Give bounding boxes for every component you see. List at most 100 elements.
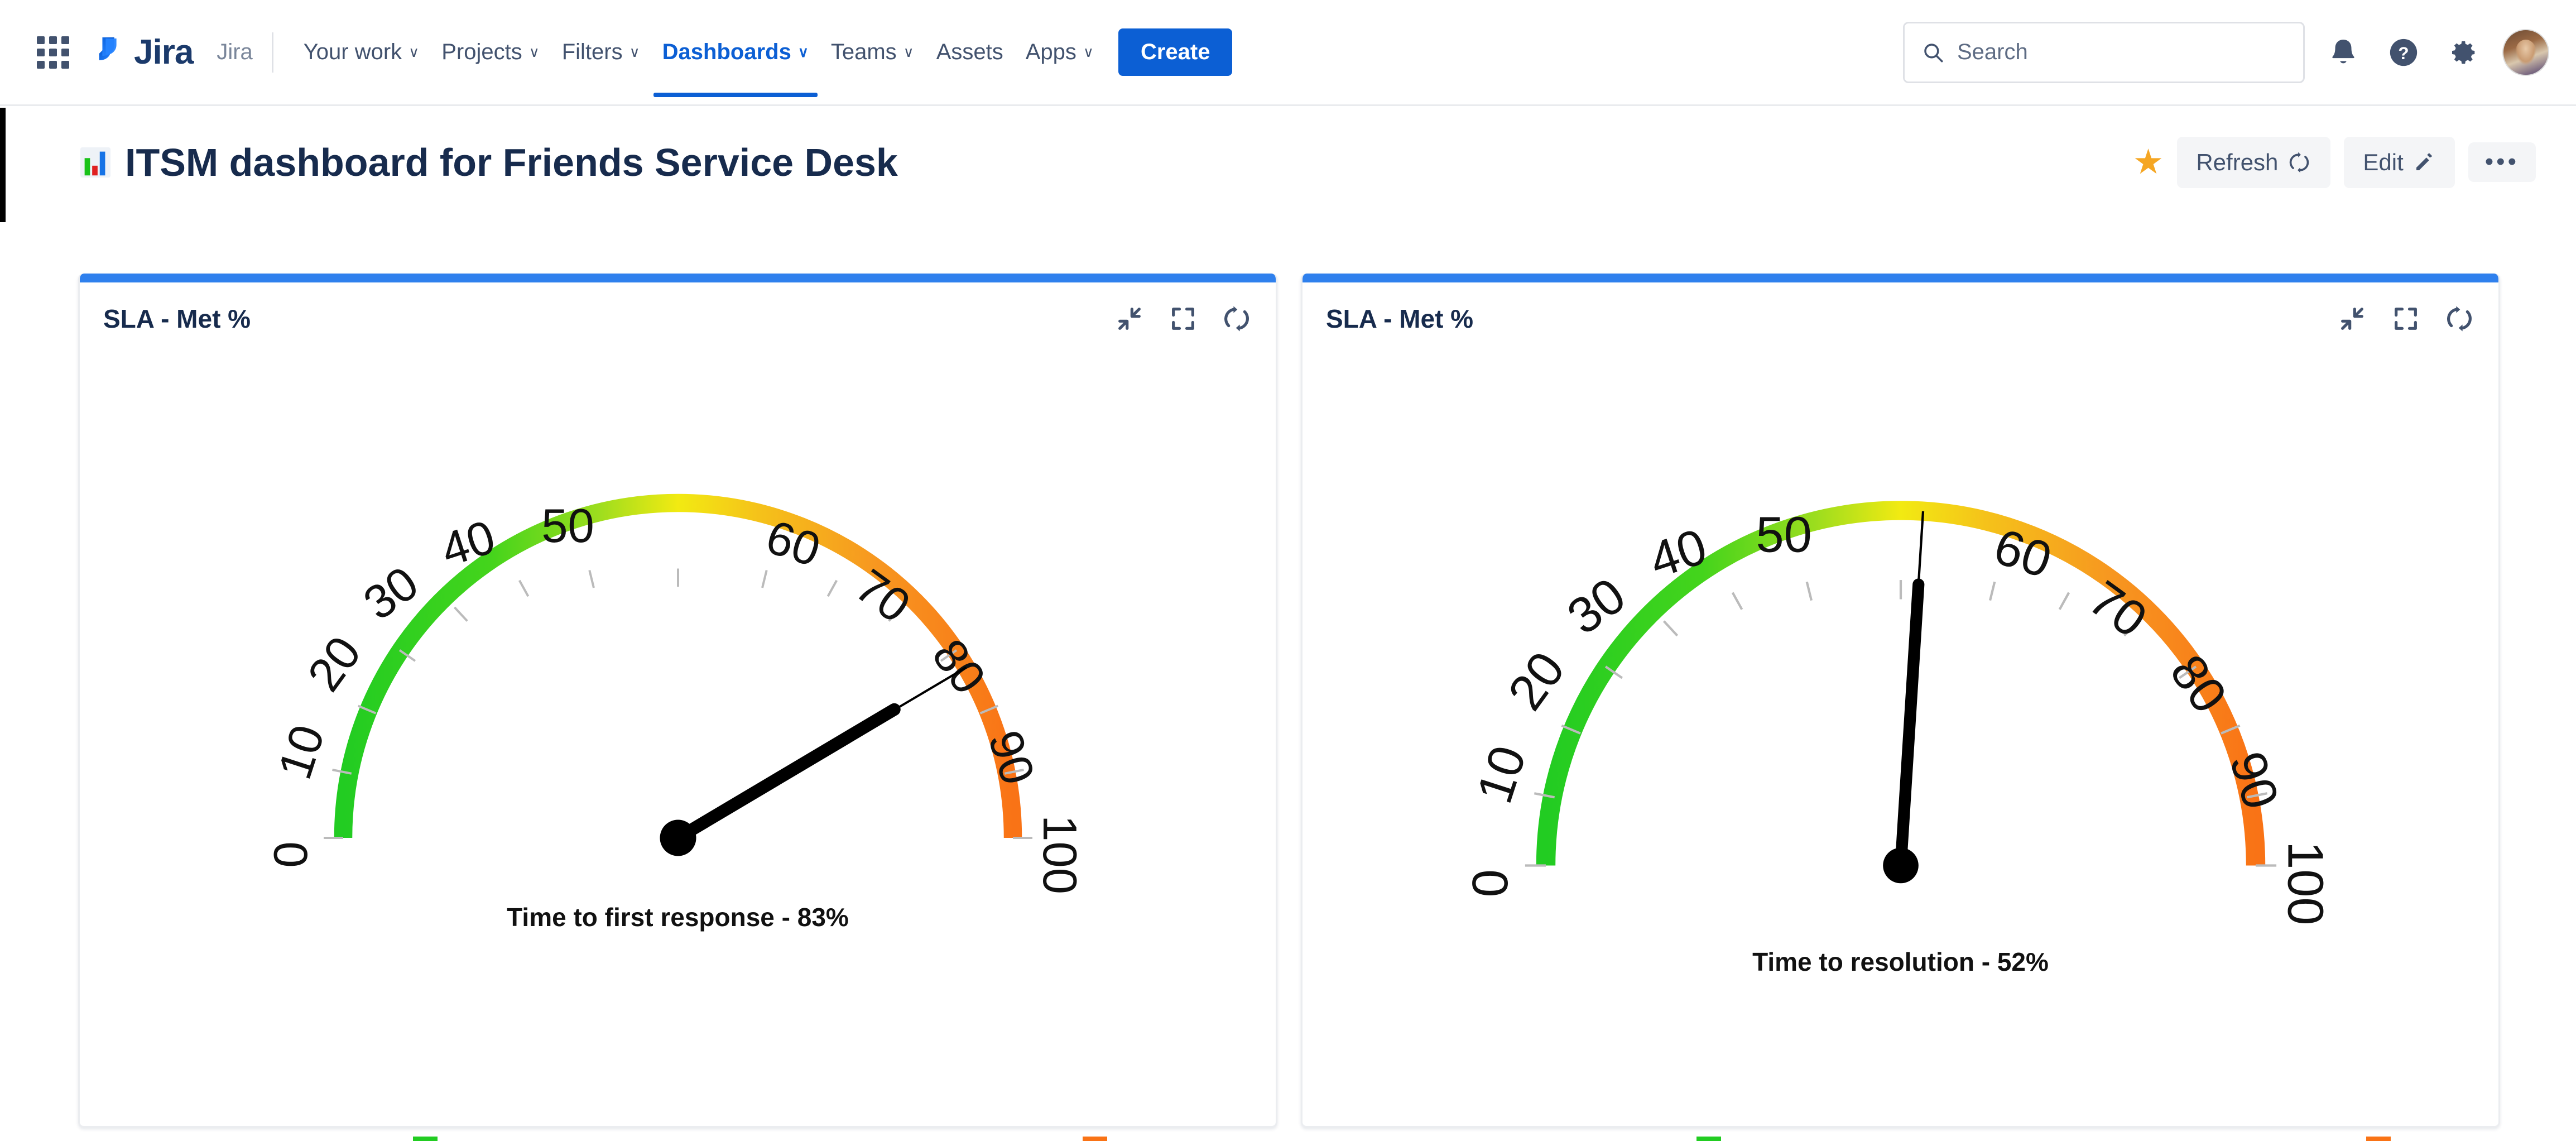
gauge-area: 0 10 20 30 40 50 60 70 80 90 100	[80, 355, 1276, 1097]
nav-item-label: Apps	[1026, 40, 1076, 65]
search-placeholder: Search	[1957, 40, 2028, 65]
gauge-needle	[1883, 511, 1923, 883]
gauge-chart-first-response: 0 10 20 30 40 50 60 70 80 90 100	[259, 377, 1097, 936]
svg-text:20: 20	[297, 627, 371, 701]
nav-item-apps[interactable]: Apps ∨	[1015, 30, 1105, 75]
svg-text:50: 50	[541, 500, 594, 553]
gadget-accent-bar	[1303, 274, 2498, 282]
nav-item-label: Dashboards	[662, 40, 791, 65]
refresh-icon[interactable]	[1221, 303, 1252, 334]
jira-home-link[interactable]: Jira	[93, 32, 193, 72]
next-row-peek	[0, 1133, 2576, 1141]
more-dots-icon: •••	[2485, 155, 2519, 169]
top-navigation-bar: Jira Jira Your work ∨ Projects ∨ Filters…	[0, 0, 2576, 106]
chevron-down-icon: ∨	[1083, 44, 1094, 61]
nav-item-label: Filters	[562, 40, 623, 65]
svg-text:0: 0	[1462, 869, 1518, 897]
gadget-header-icons	[2337, 303, 2475, 334]
more-options-button[interactable]: •••	[2468, 142, 2536, 181]
svg-text:20: 20	[1497, 642, 1575, 720]
svg-text:50: 50	[1756, 507, 1811, 563]
app-switcher-dot	[61, 61, 69, 69]
nav-item-teams[interactable]: Teams ∨	[820, 30, 925, 75]
maximize-icon[interactable]	[1167, 303, 1199, 334]
chevron-down-icon: ∨	[903, 44, 914, 61]
dashboard-gadget-grid: SLA - Met %	[78, 274, 2500, 1128]
svg-text:70: 70	[845, 559, 919, 633]
svg-text:100: 100	[2277, 841, 2333, 925]
nav-item-label: Your work	[304, 40, 402, 65]
app-switcher-dot	[37, 49, 45, 56]
jira-logo-icon	[93, 35, 127, 70]
dashboard-page-header: ITSM dashboard for Friends Service Desk …	[0, 108, 2576, 217]
gauge-needle-hub	[660, 820, 696, 856]
gauge-caption: Time to first response - 83%	[80, 902, 1276, 932]
nav-item-your-work[interactable]: Your work ∨	[292, 30, 430, 75]
gadget-sla-met-percent-resolution: SLA - Met %	[1301, 274, 2500, 1128]
chevron-down-icon: ∨	[408, 44, 419, 61]
nav-item-label: Projects	[441, 40, 522, 65]
dashboard-actions: ★ Refresh Edit •••	[2133, 137, 2536, 188]
app-switcher-dot	[49, 49, 57, 56]
gadget-sla-met-percent-first-response: SLA - Met %	[78, 274, 1277, 1128]
edit-button-label: Edit	[2363, 149, 2403, 176]
svg-text:70: 70	[2078, 570, 2156, 649]
app-switcher-dot	[61, 36, 69, 44]
refresh-button-label: Refresh	[2196, 149, 2278, 176]
app-switcher-icon[interactable]	[32, 32, 74, 73]
nav-item-assets[interactable]: Assets	[925, 30, 1015, 75]
page-title-group: ITSM dashboard for Friends Service Desk	[78, 140, 898, 185]
nav-right-cluster: Search ?	[1903, 22, 2549, 83]
create-button[interactable]: Create	[1118, 28, 1233, 76]
nav-item-label: Assets	[936, 40, 1003, 65]
collapse-icon[interactable]	[1114, 303, 1145, 334]
gadget-header: SLA - Met %	[80, 282, 1276, 355]
nav-divider	[272, 32, 273, 73]
help-question-icon[interactable]: ?	[2382, 31, 2425, 74]
app-switcher-dot	[49, 36, 57, 44]
jira-secondary-label: Jira	[217, 40, 252, 65]
gadget-accent-bar	[80, 274, 1276, 282]
gadget-title: SLA - Met %	[103, 304, 251, 334]
nav-item-filters[interactable]: Filters ∨	[551, 30, 651, 75]
search-input[interactable]: Search	[1903, 22, 2305, 83]
pencil-icon	[2412, 151, 2436, 174]
gadget-header: SLA - Met %	[1303, 282, 2498, 355]
svg-text:0: 0	[265, 841, 318, 867]
gauge-chart-resolution: 0 10 20 30 40 50 60 70 80 90 100	[1426, 377, 2375, 969]
refresh-button[interactable]: Refresh	[2177, 137, 2330, 188]
svg-text:10: 10	[1466, 739, 1537, 810]
app-switcher-dot	[49, 61, 57, 69]
nav-item-dashboards[interactable]: Dashboards ∨	[651, 30, 820, 75]
chevron-down-icon: ∨	[529, 44, 540, 61]
bar-chart-emoji-icon	[78, 145, 113, 180]
gear-icon[interactable]	[2442, 31, 2486, 74]
refresh-icon[interactable]	[2444, 303, 2475, 334]
gadget-header-icons	[1114, 303, 1252, 334]
page-title: ITSM dashboard for Friends Service Desk	[125, 140, 898, 185]
app-switcher-dot	[37, 61, 45, 69]
nav-item-projects[interactable]: Projects ∨	[430, 30, 551, 75]
gauge-caption: Time to resolution - 52%	[1303, 947, 2498, 977]
edit-button[interactable]: Edit	[2344, 137, 2454, 188]
user-avatar[interactable]	[2502, 29, 2549, 76]
collapse-icon[interactable]	[2337, 303, 2368, 334]
favorite-star-icon[interactable]: ★	[2133, 145, 2164, 180]
gauge-area: 0 10 20 30 40 50 60 70 80 90 100	[1303, 355, 2498, 1097]
chevron-down-icon: ∨	[629, 44, 640, 61]
gadget-title: SLA - Met %	[1326, 304, 1473, 334]
refresh-icon	[2287, 150, 2311, 175]
maximize-icon[interactable]	[2390, 303, 2421, 334]
notifications-bell-icon[interactable]	[2322, 31, 2365, 74]
svg-text:100: 100	[1033, 815, 1086, 894]
chevron-down-icon: ∨	[798, 44, 809, 61]
app-switcher-dot	[37, 36, 45, 44]
gauge-needle	[660, 668, 966, 856]
svg-text:10: 10	[268, 719, 335, 785]
search-icon	[1921, 41, 1945, 64]
jira-wordmark: Jira	[134, 32, 193, 72]
nav-item-label: Teams	[831, 40, 897, 65]
svg-text:?: ?	[2398, 44, 2409, 63]
gauge-needle-hub	[1883, 848, 1919, 884]
app-switcher-dot	[61, 49, 69, 56]
